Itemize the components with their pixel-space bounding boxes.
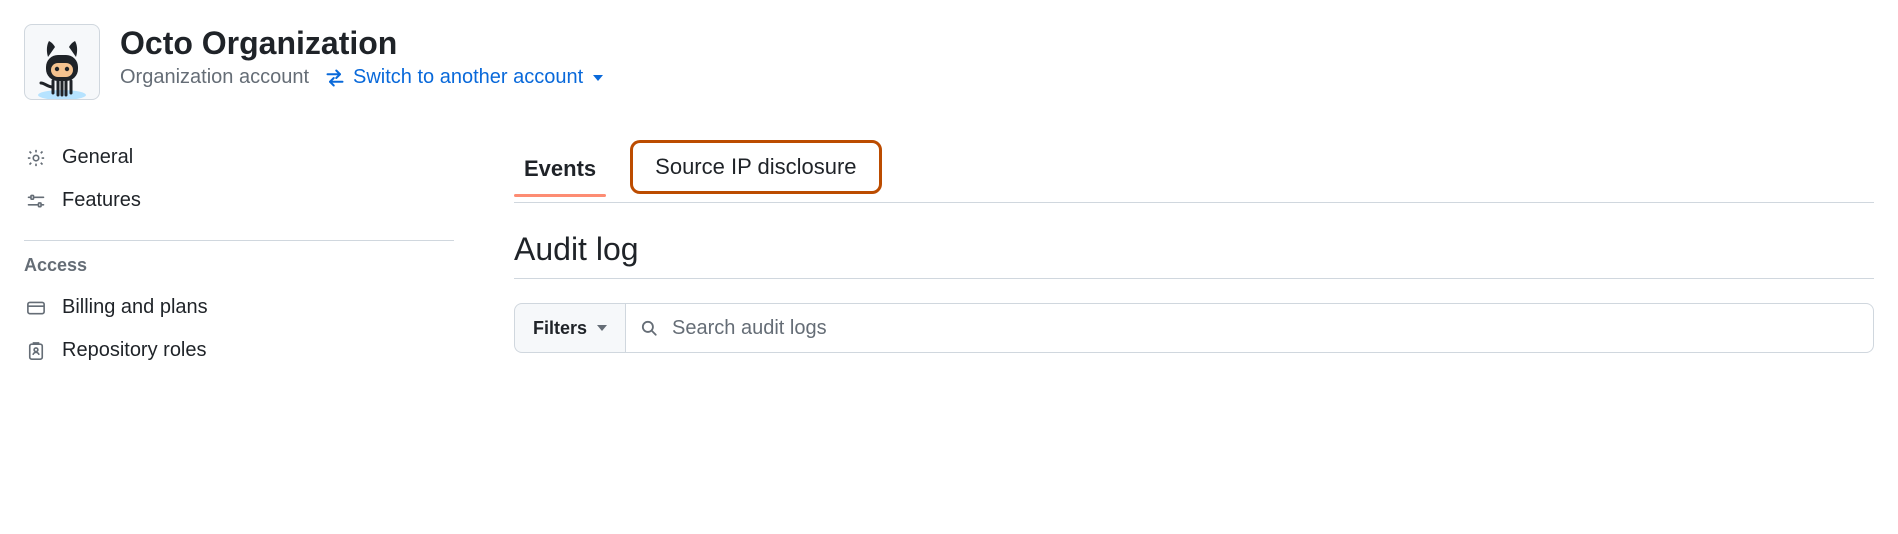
search-icon: [640, 319, 658, 337]
sidebar-item-billing[interactable]: Billing and plans: [24, 286, 454, 329]
sliders-icon: [24, 191, 48, 211]
main-content: Events Source IP disclosure Audit log Fi…: [514, 136, 1874, 372]
swap-icon: [325, 68, 345, 88]
sidebar-section-access: Access: [24, 255, 454, 276]
octocat-icon: [31, 35, 93, 99]
tab-label: Source IP disclosure: [655, 154, 856, 179]
org-name: Octo Organization: [120, 24, 603, 62]
sidebar-label: Features: [62, 189, 141, 212]
tabbar: Events Source IP disclosure: [514, 136, 1874, 203]
tab-source-ip-disclosure[interactable]: Source IP disclosure: [630, 140, 881, 194]
sidebar-label: Billing and plans: [62, 296, 208, 319]
filters-button[interactable]: Filters: [514, 303, 625, 353]
switch-account-label: Switch to another account: [353, 66, 583, 89]
filters-label: Filters: [533, 318, 587, 339]
id-badge-icon: [24, 341, 48, 361]
search-box[interactable]: [625, 303, 1874, 353]
sidebar-label: General: [62, 146, 133, 169]
tab-label: Events: [524, 156, 596, 181]
account-type-label: Organization account: [120, 66, 309, 89]
sidebar-label: Repository roles: [62, 339, 207, 362]
tab-events[interactable]: Events: [514, 142, 606, 196]
search-row: Filters: [514, 303, 1874, 353]
org-header: Octo Organization Organization account S…: [0, 0, 1898, 100]
org-avatar: [24, 24, 100, 100]
dropdown-caret-icon: [597, 325, 607, 331]
page-heading: Audit log: [514, 231, 1874, 268]
search-input[interactable]: [670, 316, 1859, 341]
sidebar-item-general[interactable]: General: [24, 136, 454, 179]
sidebar: General Features Access: [24, 136, 454, 372]
dropdown-caret-icon: [593, 75, 603, 81]
gear-icon: [24, 148, 48, 168]
heading-divider: [514, 278, 1874, 279]
credit-card-icon: [24, 298, 48, 318]
sidebar-item-repository-roles[interactable]: Repository roles: [24, 329, 454, 372]
switch-account-link[interactable]: Switch to another account: [325, 66, 603, 89]
sidebar-divider: [24, 240, 454, 241]
sidebar-item-features[interactable]: Features: [24, 179, 454, 222]
